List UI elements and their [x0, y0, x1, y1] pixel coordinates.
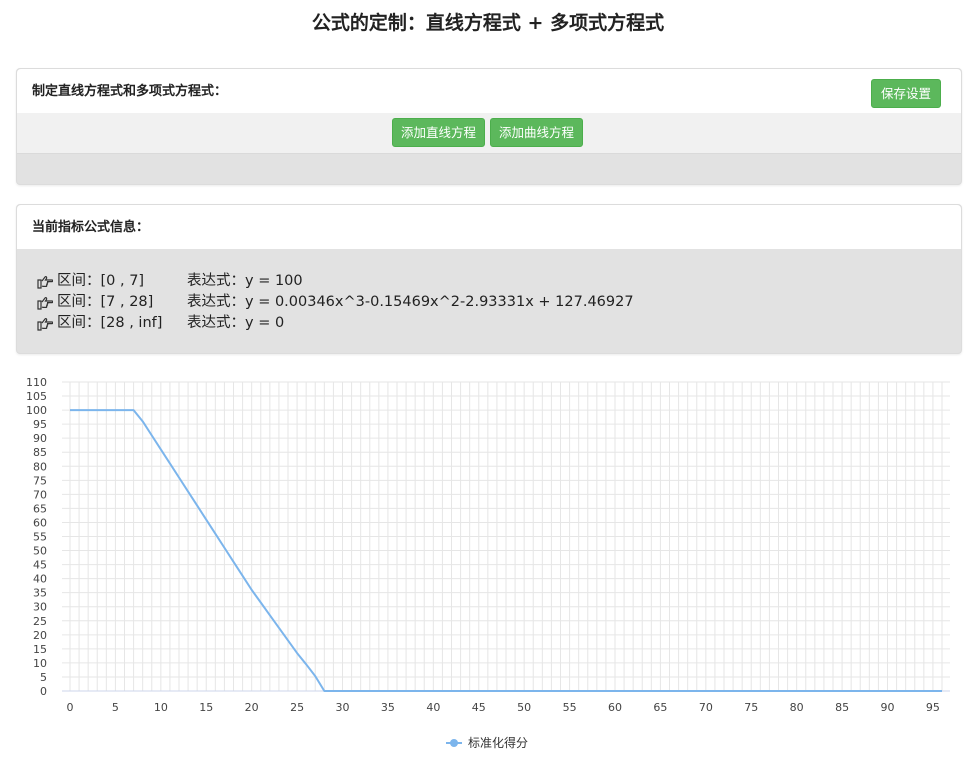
- formula-interval: 区间：[0 , 7]: [57, 273, 145, 289]
- current-formula-panel: 当前指标公式信息： 区间：[0 , 7] 表达式：y = 100 区间：[7 ,…: [16, 204, 962, 354]
- add-curve-equation-button[interactable]: 添加曲线方程: [490, 118, 583, 147]
- x-tick-label: 85: [835, 701, 849, 714]
- y-tick-label: 80: [33, 460, 47, 473]
- y-tick-label: 55: [33, 531, 47, 544]
- y-tick-label: 20: [33, 629, 47, 642]
- define-panel-heading: 制定直线方程式和多项式方程式：: [32, 84, 228, 99]
- x-tick-label: 0: [67, 701, 74, 714]
- score-line-chart: 0510152025303540455055606570758085909510…: [26, 376, 950, 750]
- y-tick-label: 10: [33, 657, 47, 670]
- x-tick-label: 35: [381, 701, 395, 714]
- x-tick-label: 70: [699, 701, 713, 714]
- y-tick-label: 70: [33, 488, 47, 501]
- x-tick-label: 60: [608, 701, 622, 714]
- formula-interval: 区间：[28 , inf]: [57, 315, 163, 331]
- y-tick-label: 0: [40, 685, 47, 698]
- formula-expression: 表达式：y = 100: [187, 273, 303, 289]
- y-tick-label: 40: [33, 573, 47, 586]
- formula-item: 区间：[28 , inf] 表达式：y = 0: [37, 313, 634, 334]
- y-tick-label: 100: [26, 404, 47, 417]
- chart-grid: [62, 381, 950, 692]
- y-tick-label: 105: [26, 390, 47, 403]
- y-tick-label: 95: [33, 418, 47, 431]
- x-tick-label: 40: [426, 701, 440, 714]
- y-tick-label: 35: [33, 587, 47, 600]
- define-panel-header: 制定直线方程式和多项式方程式： 保存设置: [17, 69, 961, 113]
- add-line-equation-button[interactable]: 添加直线方程: [392, 118, 485, 147]
- formula-list: 区间：[0 , 7] 表达式：y = 100 区间：[7 , 28] 表达式：y…: [37, 271, 634, 334]
- y-tick-label: 5: [40, 671, 47, 684]
- y-tick-label: 65: [33, 502, 47, 515]
- x-tick-label: 45: [472, 701, 486, 714]
- y-tick-label: 15: [33, 643, 47, 656]
- formula-expression: 表达式：y = 0: [187, 315, 285, 331]
- define-formula-panel: 制定直线方程式和多项式方程式： 保存设置 添加直线方程 添加曲线方程: [16, 68, 962, 185]
- formula-interval: 区间：[7 , 28]: [57, 294, 154, 310]
- hand-point-right-icon: [37, 317, 53, 331]
- x-tick-label: 20: [245, 701, 259, 714]
- x-tick-label: 95: [926, 701, 940, 714]
- current-panel-header: 当前指标公式信息：: [17, 205, 961, 249]
- x-tick-label: 5: [112, 701, 119, 714]
- x-tick-label: 90: [881, 701, 895, 714]
- add-equation-toolbar: 添加直线方程 添加曲线方程: [17, 113, 961, 154]
- x-tick-label: 75: [744, 701, 758, 714]
- formula-item: 区间：[0 , 7] 表达式：y = 100: [37, 271, 634, 292]
- y-tick-label: 75: [33, 474, 47, 487]
- formula-item: 区间：[7 , 28] 表达式：y = 0.00346x^3-0.15469x^…: [37, 292, 634, 313]
- x-tick-label: 50: [517, 701, 531, 714]
- x-tick-label: 25: [290, 701, 304, 714]
- y-tick-label: 45: [33, 559, 47, 572]
- y-tick-label: 25: [33, 615, 47, 628]
- current-panel-heading: 当前指标公式信息：: [32, 220, 150, 235]
- x-tick-label: 65: [653, 701, 667, 714]
- y-tick-label: 90: [33, 432, 47, 445]
- x-tick-label: 15: [199, 701, 213, 714]
- chart-legend[interactable]: 标准化得分: [446, 735, 528, 750]
- legend-marker[interactable]: [450, 739, 458, 747]
- x-tick-label: 80: [790, 701, 804, 714]
- hand-point-right-icon: [37, 275, 53, 289]
- x-tick-label: 10: [154, 701, 168, 714]
- y-tick-label: 50: [33, 545, 47, 558]
- hand-point-right-icon: [37, 296, 53, 310]
- y-tick-label: 110: [26, 376, 47, 389]
- x-tick-label: 55: [563, 701, 577, 714]
- page-title: 公式的定制：直线方程式 + 多项式方程式: [311, 12, 665, 34]
- formula-expression: 表达式：y = 0.00346x^3-0.15469x^2-2.93331x +…: [187, 294, 634, 310]
- x-tick-label: 30: [336, 701, 350, 714]
- save-settings-button[interactable]: 保存设置: [871, 79, 941, 108]
- y-tick-label: 30: [33, 601, 47, 614]
- y-tick-label: 85: [33, 446, 47, 459]
- legend-label[interactable]: 标准化得分: [468, 735, 528, 750]
- y-tick-label: 60: [33, 516, 47, 529]
